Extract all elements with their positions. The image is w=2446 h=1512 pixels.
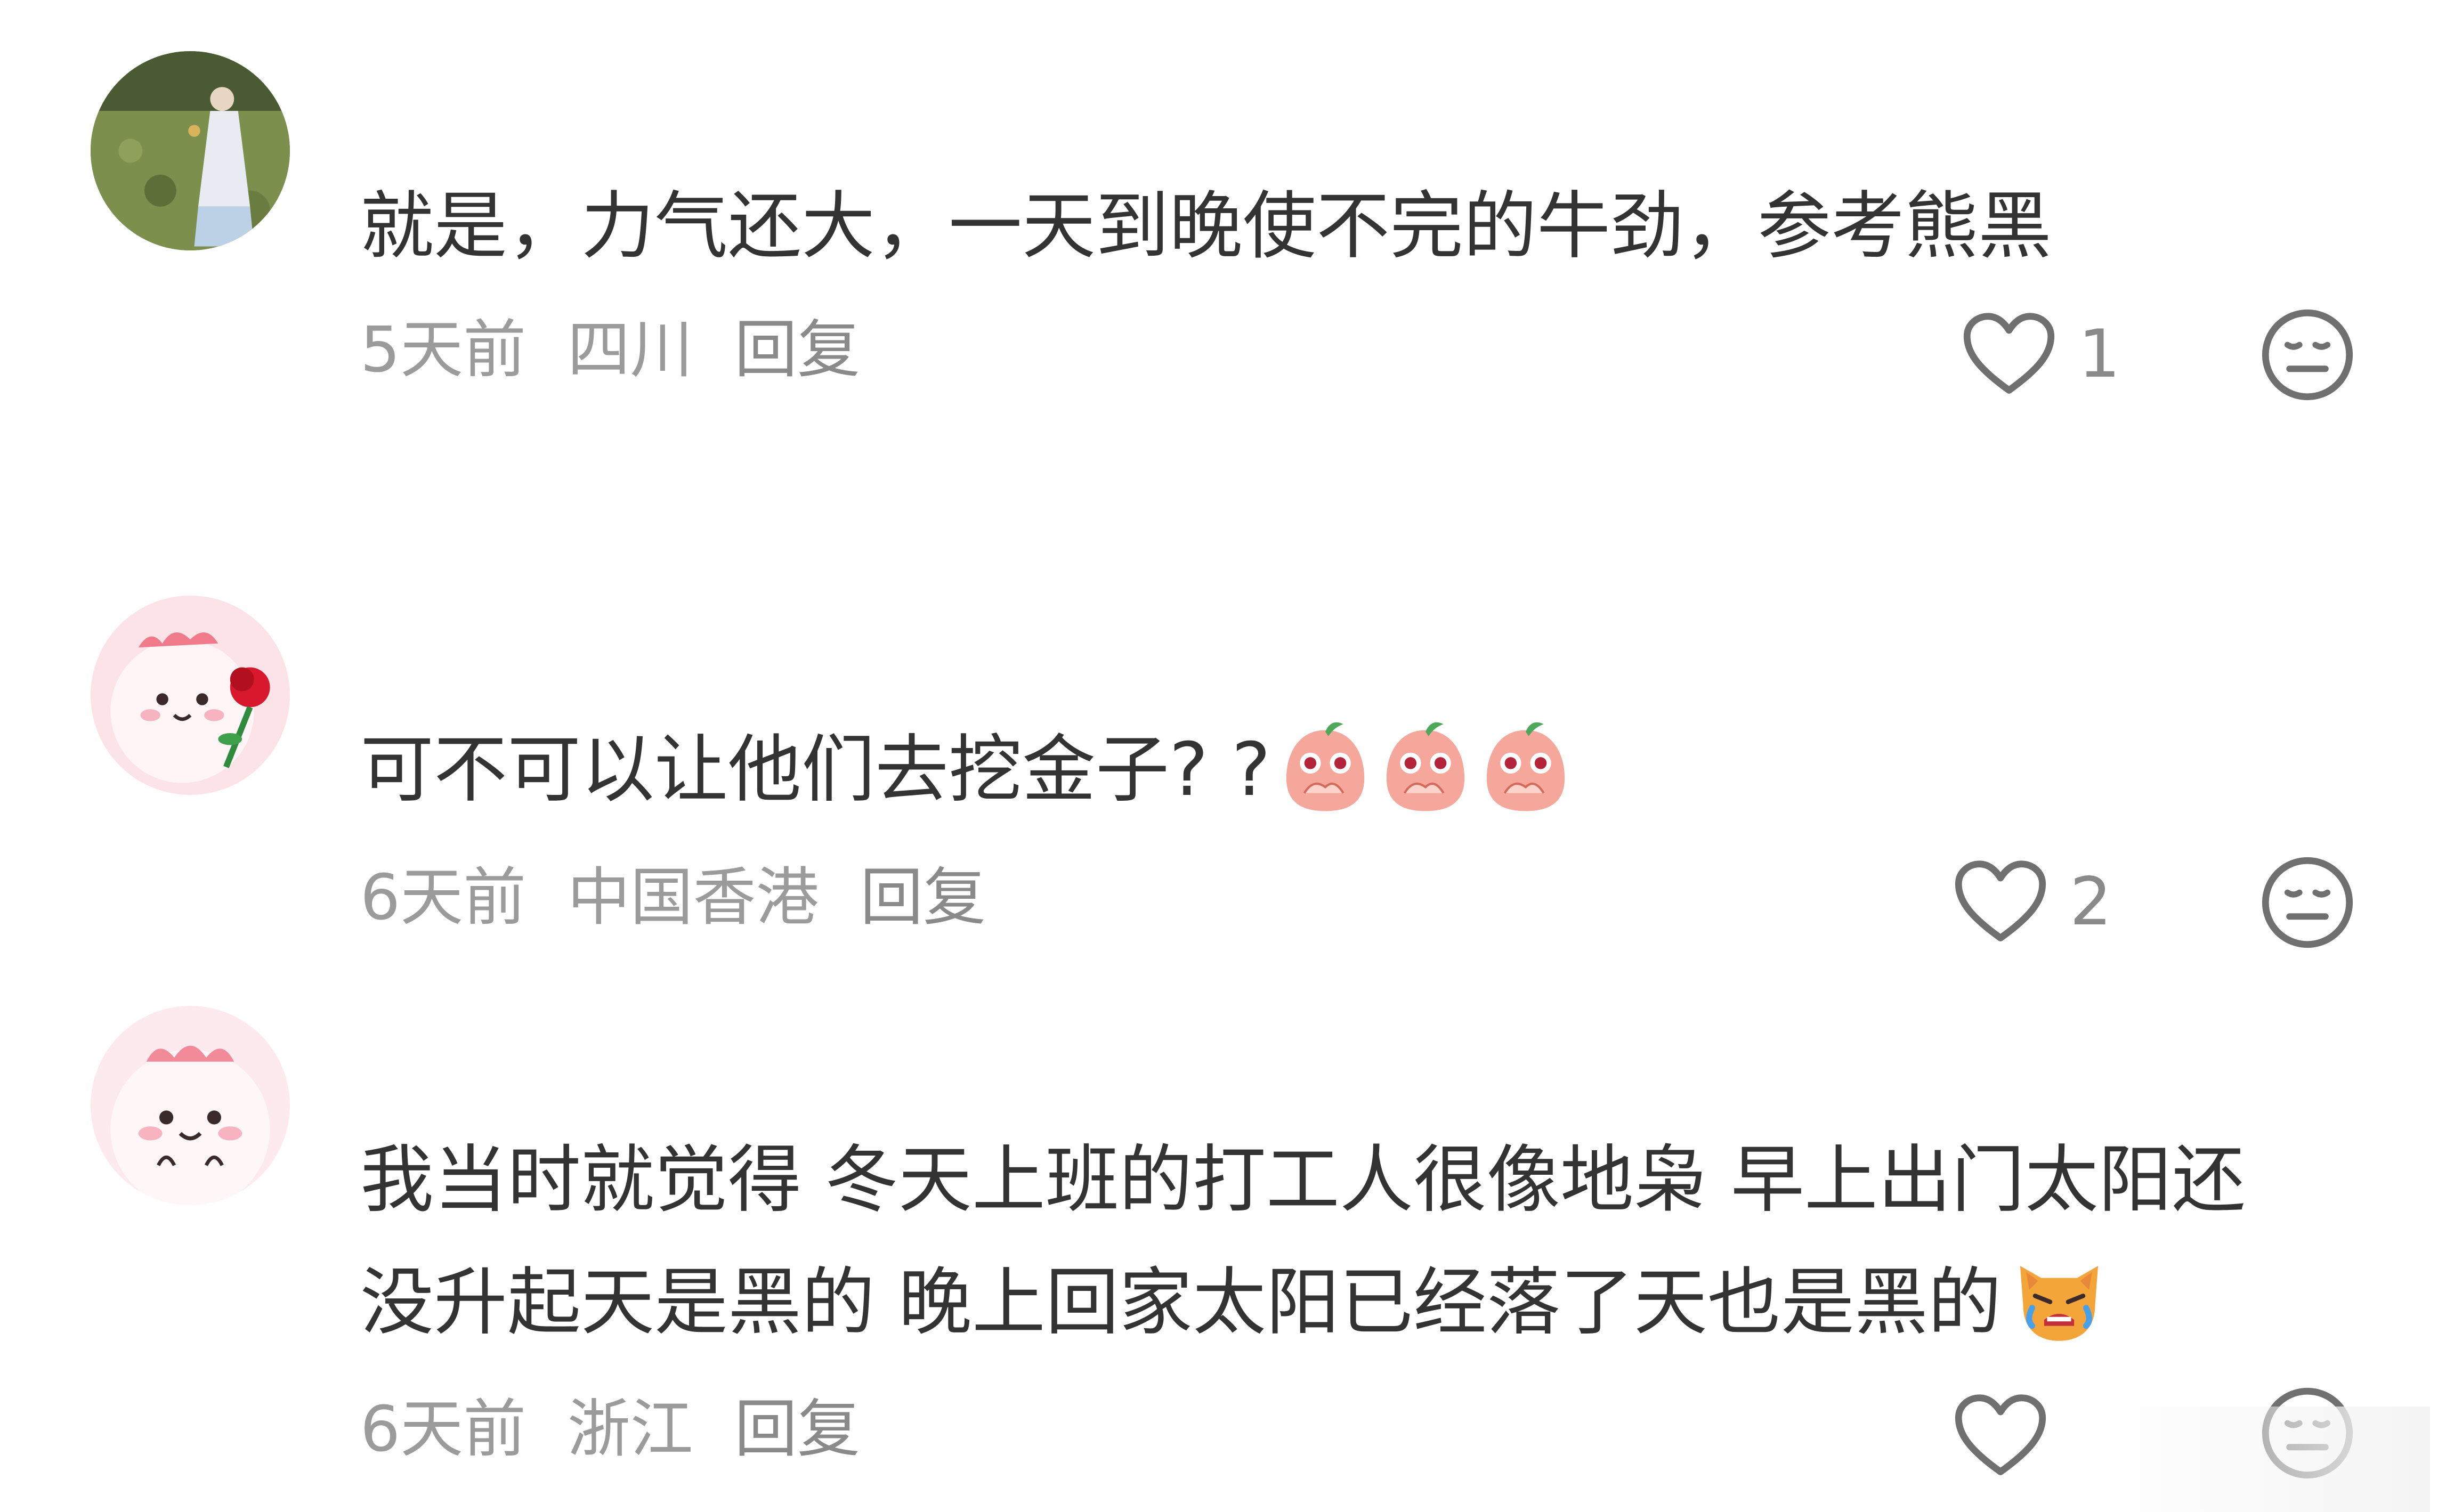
- reply-button[interactable]: 回复: [860, 860, 986, 934]
- comment-text: 我当时就觉得 冬天上班的打工人很像地枭 早上出门太阳还 没升起天是黑的 晚上回家…: [360, 1119, 2385, 1364]
- comment-location: 中国香港: [567, 860, 819, 934]
- avatar-dino: [91, 1006, 290, 1205]
- comment-text-line: 没升起天是黑的 晚上回家太阳已经落了天也是黑的: [360, 1259, 2002, 1345]
- comment-location: 浙江: [567, 1392, 693, 1466]
- avatar-dino-rose: [91, 596, 290, 795]
- reply-button[interactable]: 回复: [734, 313, 860, 386]
- like-button[interactable]: 2: [1953, 851, 2112, 953]
- comment-time: 5天前: [360, 313, 527, 386]
- unamused-face-icon: [2262, 309, 2353, 401]
- comment-meta: 5天前 四川 回复: [360, 312, 881, 387]
- comment-text: 可不可以让他们去挖金子? ?: [360, 709, 2385, 831]
- angry-cat-crying-emoji: [2011, 1251, 2107, 1347]
- like-button[interactable]: 1: [1961, 304, 2120, 405]
- comment-text-content: 可不可以让他们去挖金子? ?: [360, 727, 1271, 812]
- peach-shocked-emoji: [1280, 718, 1371, 814]
- comment-location: 四川: [567, 313, 693, 386]
- heart-icon: [1955, 860, 2046, 941]
- user-avatar[interactable]: [91, 596, 290, 795]
- like-button[interactable]: [1953, 1385, 2070, 1486]
- comment-time: 6天前: [360, 860, 527, 934]
- heart-icon: [1963, 313, 2055, 394]
- comment-text: 就是，力气还大，一天到晚使不完的牛劲，参考熊黑: [360, 183, 2052, 269]
- avatar-photo: [91, 51, 290, 250]
- dislike-button[interactable]: [2259, 307, 2355, 403]
- peach-shocked-emoji: [1480, 718, 1571, 814]
- user-avatar[interactable]: [91, 51, 290, 250]
- like-count: 2: [2070, 864, 2112, 940]
- like-count: 1: [2078, 316, 2120, 393]
- reply-button[interactable]: 回复: [734, 1392, 860, 1466]
- unamused-face-icon: [2262, 857, 2353, 948]
- comment-text-line-wrap: 没升起天是黑的 晚上回家太阳已经落了天也是黑的: [360, 1241, 2385, 1364]
- heart-icon: [1955, 1394, 2046, 1475]
- comment-meta: 6天前 浙江 回复: [360, 1392, 881, 1466]
- watermark-fade: [2089, 1407, 2430, 1512]
- dislike-button[interactable]: [2259, 855, 2355, 950]
- comment-time: 6天前: [360, 1392, 527, 1466]
- comment-text-line: 我当时就觉得 冬天上班的打工人很像地枭 早上出门太阳还: [360, 1137, 2246, 1223]
- peach-shocked-emoji: [1380, 718, 1471, 814]
- user-avatar[interactable]: [91, 1006, 290, 1205]
- comment-meta: 6天前 中国香港 回复: [360, 860, 1007, 934]
